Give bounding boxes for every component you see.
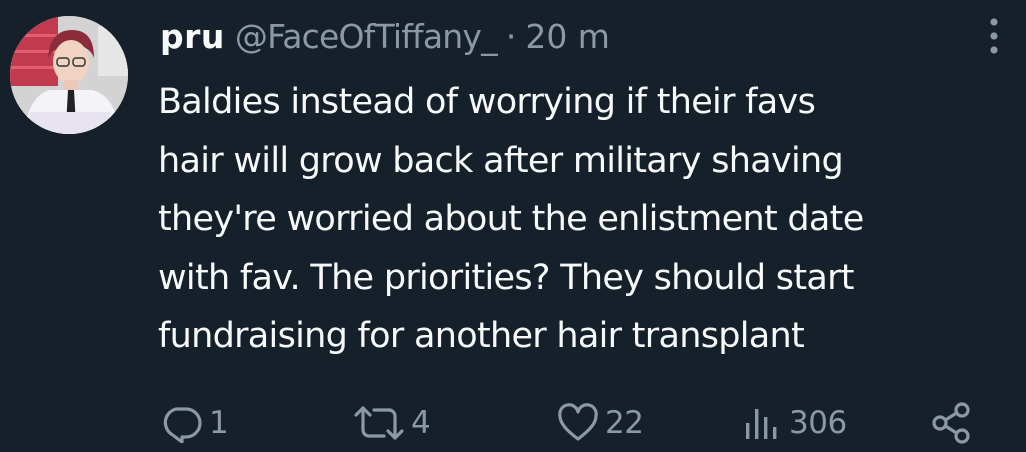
avatar[interactable] [10, 16, 128, 134]
like-button[interactable]: 22 [556, 398, 644, 448]
retweet-icon [354, 406, 404, 440]
reply-button[interactable]: 1 [160, 398, 229, 448]
views-count: 306 [789, 405, 847, 441]
more-options-button[interactable] [982, 16, 1006, 56]
reply-count: 1 [209, 405, 229, 441]
views-button[interactable]: 306 [742, 398, 847, 448]
retweet-count: 4 [411, 405, 431, 441]
tweet-header: pru @FaceOfTiffany_ · 20 m [160, 14, 610, 60]
reply-icon [163, 407, 202, 443]
timestamp[interactable]: 20 m [525, 14, 610, 60]
like-count: 22 [605, 405, 644, 441]
retweet-button[interactable]: 4 [352, 398, 431, 448]
share-icon [932, 402, 970, 444]
avatar-image [10, 16, 128, 134]
views-icon [746, 409, 777, 439]
separator-dot: · [505, 17, 517, 56]
tweet-actions: 1 4 22 306 [0, 398, 1026, 448]
user-handle[interactable]: @FaceOfTiffany_ [235, 14, 498, 60]
share-button[interactable] [928, 398, 974, 448]
heart-icon [558, 403, 598, 441]
display-name[interactable]: pru [160, 14, 225, 60]
more-vertical-icon [990, 18, 998, 54]
tweet-text: Baldies instead of worrying if their fav… [158, 82, 864, 356]
